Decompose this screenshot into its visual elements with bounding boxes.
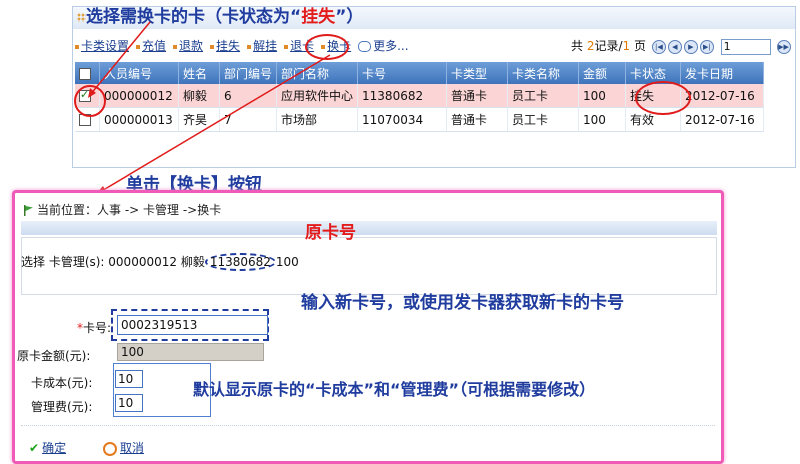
annotation-input-new-card: 输入新卡号，或使用发卡器获取新卡的卡号 xyxy=(301,293,624,313)
cancel-icon xyxy=(103,441,117,456)
original-card-number: 11380682 xyxy=(204,253,276,271)
card-number-label: *卡号: xyxy=(77,319,111,336)
divider xyxy=(21,425,715,426)
annotation-original-card: 原卡号 xyxy=(305,223,356,243)
card-number-label-text: 卡号: xyxy=(83,321,112,335)
annotation-default-fees: 默认显示原卡的“卡成本”和“管理费”（可根据需要修改） xyxy=(193,380,596,399)
section-bar xyxy=(21,221,717,235)
original-balance-field: 100 xyxy=(117,343,264,361)
confirm-button-label: 确定 xyxy=(42,441,67,455)
management-fee-label: 管理费(元): xyxy=(31,400,93,414)
flag-icon xyxy=(24,205,33,216)
cancel-button[interactable]: 取消 xyxy=(103,439,144,456)
new-card-number-input[interactable]: 0002319513 xyxy=(117,315,268,335)
management-fee-input[interactable]: 10 xyxy=(115,394,143,412)
selection-info: 选择 卡管理(s): 000000012 柳毅 11380682 100 xyxy=(21,253,299,271)
replace-card-form-panel: 当前位置：人事 -> 卡管理 ->换卡 选择 卡管理(s): 000000012… xyxy=(12,190,724,464)
cancel-button-label: 取消 xyxy=(120,441,145,455)
confirm-button[interactable]: ✔ 确定 xyxy=(29,439,66,456)
breadcrumb: 当前位置：人事 -> 卡管理 ->换卡 xyxy=(23,201,221,218)
arrow-line xyxy=(89,21,151,96)
check-icon: ✔ xyxy=(29,441,40,455)
card-cost-label: 卡成本(元): xyxy=(31,376,93,390)
balance-label: 原卡金额(元): xyxy=(17,349,91,363)
selection-info-amount: 100 xyxy=(275,255,299,269)
selection-info-prefix: 选择 卡管理(s): 000000012 柳毅 xyxy=(21,255,205,269)
card-cost-input[interactable]: 10 xyxy=(115,370,143,388)
breadcrumb-text: 当前位置：人事 -> 卡管理 ->换卡 xyxy=(37,203,222,217)
